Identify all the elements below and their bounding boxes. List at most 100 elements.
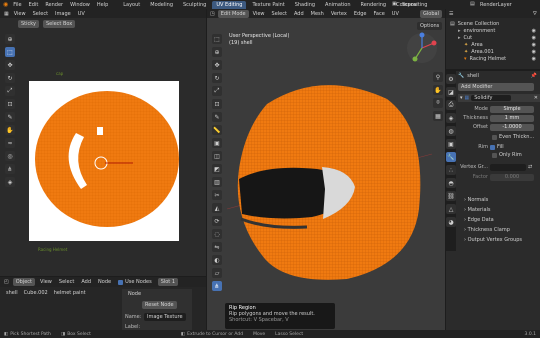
view-layer-name[interactable]: RenderLayer	[480, 2, 512, 8]
fill-checkbox[interactable]	[490, 144, 495, 150]
helmet-mesh[interactable]	[227, 69, 432, 289]
outliner-item-racing-helmet[interactable]: ▾ Racing Helmet ◉	[450, 55, 536, 62]
scene-props-icon[interactable]: ◈	[446, 113, 456, 123]
outliner-scene-collection[interactable]: ▤ Scene Collection	[450, 20, 536, 27]
output-props-icon[interactable]: ⎙	[446, 100, 456, 110]
options-dropdown[interactable]: Options	[417, 22, 443, 30]
vp-loopcut-tool-icon[interactable]: ▥	[212, 177, 222, 187]
transform-tool-icon[interactable]: ⊡	[5, 99, 15, 109]
vp-polybuild-tool-icon[interactable]: ◭	[212, 203, 222, 213]
camera-icon[interactable]: ⌾	[433, 98, 443, 108]
tab-modeling[interactable]: Modeling	[146, 1, 177, 9]
slot-dropdown[interactable]: Slot 1	[157, 278, 179, 286]
output-vertex-groups-panel[interactable]: › Output Vertex Groups	[458, 237, 540, 244]
vertex-group-field[interactable]	[490, 163, 526, 171]
viewport-type-icon[interactable]: ◳	[210, 11, 215, 17]
tool-props-icon[interactable]: ⚙	[446, 74, 456, 84]
node-view-menu[interactable]: View	[40, 279, 52, 285]
vp-edge-slide-tool-icon[interactable]: ⇋	[212, 242, 222, 252]
vp-move-tool-icon[interactable]: ✥	[212, 60, 222, 70]
uv-menu-uv[interactable]: UV	[78, 11, 85, 17]
tab-texture-paint[interactable]: Texture Paint	[248, 1, 288, 9]
modifier-close-icon[interactable]: ✕	[534, 95, 538, 101]
vp-transform-tool-icon[interactable]: ⊡	[212, 99, 222, 109]
vp-menu-add[interactable]: Add	[294, 11, 304, 17]
tab-animation[interactable]: Animation	[321, 1, 355, 9]
visibility-eye-icon[interactable]: ◉	[532, 28, 536, 34]
offset-field[interactable]: -1.0000	[490, 123, 534, 131]
node-add-menu[interactable]: Add	[81, 279, 91, 285]
uv-menu-image[interactable]: Image	[55, 11, 71, 17]
vp-cursor-tool-icon[interactable]: ⊕	[212, 47, 222, 57]
vp-menu-edge[interactable]: Edge	[354, 11, 367, 17]
object-props-icon[interactable]: ▣	[446, 139, 456, 149]
tab-rendering[interactable]: Rendering	[357, 1, 391, 9]
vp-menu-face[interactable]: Face	[373, 11, 384, 17]
vp-inset-tool-icon[interactable]: ◫	[212, 151, 222, 161]
physics-props-icon[interactable]: ◓	[446, 178, 456, 188]
menu-help[interactable]: Help	[97, 2, 108, 8]
normals-panel[interactable]: › Normals	[458, 197, 540, 204]
vp-scale-tool-icon[interactable]: ⤢	[212, 86, 222, 96]
tab-layout[interactable]: Layout	[119, 1, 144, 9]
constraints-props-icon[interactable]: ⛓	[446, 191, 456, 201]
mode-dropdown[interactable]: Simple	[490, 105, 534, 113]
node-editor-type-icon[interactable]: ◰	[4, 279, 9, 285]
rip-tool-icon[interactable]: ⋔	[5, 164, 15, 174]
pan-icon[interactable]: ✋	[433, 85, 443, 95]
tab-shading[interactable]: Shading	[291, 1, 319, 9]
use-nodes-checkbox[interactable]	[118, 279, 124, 285]
mode-dropdown[interactable]: Edit Mode	[217, 9, 249, 18]
node-node-menu[interactable]: Node	[98, 279, 111, 285]
select-box-tool-icon[interactable]: ⬚	[5, 47, 15, 57]
vp-smooth-tool-icon[interactable]: ◌	[212, 229, 222, 239]
node-select-menu[interactable]: Select	[59, 279, 74, 285]
visibility-eye-icon[interactable]: ◉	[532, 42, 536, 48]
vp-knife-tool-icon[interactable]: ✂	[212, 190, 222, 200]
materials-panel[interactable]: › Materials	[458, 207, 540, 214]
vp-shrink-tool-icon[interactable]: ◐	[212, 255, 222, 265]
sample-tool-icon[interactable]: ◈	[5, 177, 15, 187]
tab-uv-editing[interactable]: UV Editing	[212, 0, 247, 9]
annotate-tool-icon[interactable]: ✎	[5, 112, 15, 122]
visibility-eye-icon[interactable]: ◉	[532, 49, 536, 55]
vp-rip-tool-icon[interactable]: ⋔	[212, 281, 222, 291]
visibility-eye-icon[interactable]: ◉	[532, 35, 536, 41]
visibility-eye-icon[interactable]: ◉	[532, 56, 536, 62]
sticky-select-dropdown[interactable]: Sticky	[18, 20, 39, 28]
menu-render[interactable]: Render	[45, 2, 63, 8]
breadcrumb-cube[interactable]: Cube.002	[24, 290, 48, 296]
uv-menu-select[interactable]: Select	[33, 11, 48, 17]
outliner-type-icon[interactable]: ☰	[449, 11, 453, 17]
outliner-item-area-001[interactable]: ✦ Area.001 ◉	[450, 48, 536, 55]
modifier-name-field[interactable]: Solidify	[471, 95, 512, 101]
scale-tool-icon[interactable]: ⤢	[5, 86, 15, 96]
vp-menu-uv[interactable]: UV	[392, 11, 399, 17]
scene-name[interactable]: Scene	[402, 2, 417, 8]
edge-data-panel[interactable]: › Edge Data	[458, 217, 540, 224]
even-thickness-checkbox[interactable]	[492, 134, 497, 140]
material-props-icon[interactable]: ◕	[446, 217, 456, 227]
vp-annotate-tool-icon[interactable]: ✎	[212, 112, 222, 122]
vp-shear-tool-icon[interactable]: ▱	[212, 268, 222, 278]
pinch-tool-icon[interactable]: ◎	[5, 151, 15, 161]
menu-window[interactable]: Window	[70, 2, 90, 8]
relax-tool-icon[interactable]: ≈	[5, 138, 15, 148]
outliner-item-cut[interactable]: ▸ Cut ◉	[450, 34, 536, 41]
data-props-icon[interactable]: △	[446, 204, 456, 214]
3d-viewport[interactable]: ◳ Edit Mode View Select Add Mesh Vertex Edge F…	[207, 9, 445, 330]
render-props-icon[interactable]: ◪	[446, 87, 456, 97]
select-box-dropdown[interactable]: Select Box	[42, 20, 76, 28]
invert-icon[interactable]: ⇄	[528, 164, 532, 170]
editor-type-icon[interactable]: ▦	[4, 11, 9, 17]
reset-node-button[interactable]: Reset Node	[142, 301, 177, 309]
cursor-tool-icon[interactable]: ⊕	[5, 34, 15, 44]
vp-bevel-tool-icon[interactable]: ◩	[212, 164, 222, 174]
vp-menu-select[interactable]: Select	[272, 11, 287, 17]
grab-tool-icon[interactable]: ✋	[5, 125, 15, 135]
move-tool-icon[interactable]: ✥	[5, 60, 15, 70]
outliner-item-environment[interactable]: ▸ environment ◉	[450, 27, 536, 34]
breadcrumb-material[interactable]: helmet paint	[54, 290, 86, 296]
transform-orientation-dropdown[interactable]: Global	[420, 9, 442, 18]
breadcrumb-shell[interactable]: shell	[6, 290, 18, 296]
